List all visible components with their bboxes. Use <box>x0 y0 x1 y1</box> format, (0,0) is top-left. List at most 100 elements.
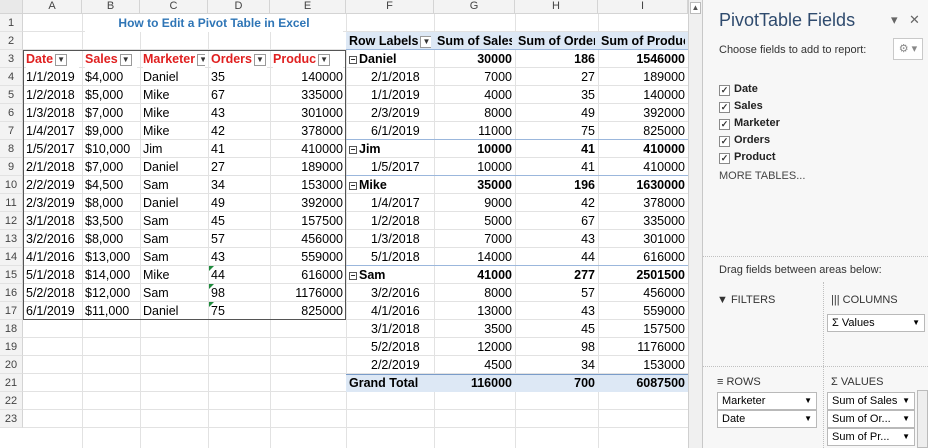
pivot-value[interactable]: 189000 <box>601 68 685 86</box>
field-orders[interactable]: ✓ Orders <box>719 133 770 147</box>
table-cell[interactable]: 27 <box>211 158 267 176</box>
row-header[interactable]: 2 <box>0 32 23 50</box>
pivot-value[interactable]: 9000 <box>437 194 512 212</box>
table-cell[interactable]: 35 <box>211 68 267 86</box>
chevron-down-icon[interactable]: ▼ <box>804 393 812 409</box>
table-cell[interactable]: 616000 <box>273 266 343 284</box>
pivot-value[interactable]: 140000 <box>601 86 685 104</box>
table-cell[interactable]: $7,000 <box>85 104 137 122</box>
pivot-group-label[interactable]: − Sam <box>349 266 431 284</box>
collapse-icon[interactable]: − <box>349 181 357 190</box>
table-cell[interactable]: 1176000 <box>273 284 343 302</box>
table-cell[interactable]: 34 <box>211 176 267 194</box>
table-cell[interactable]: 75 <box>211 302 267 320</box>
filter-dropdown-icon[interactable]: ▼ <box>55 53 68 66</box>
grand-total-label[interactable]: Grand Total <box>349 374 431 392</box>
values-item[interactable]: Sum of Sales ▼ <box>827 392 915 410</box>
table-cell[interactable]: 1/2/2018 <box>26 86 79 104</box>
pivot-value[interactable]: 196 <box>518 176 595 194</box>
pivot-value[interactable]: 35 <box>518 86 595 104</box>
table-cell[interactable]: 1/1/2019 <box>26 68 79 86</box>
table-cell[interactable]: 5/1/2018 <box>26 266 79 284</box>
values-item[interactable]: Sum of Or... ▼ <box>827 410 915 428</box>
pivot-value[interactable]: 42 <box>518 194 595 212</box>
row-header[interactable]: 5 <box>0 86 23 104</box>
filter-dropdown-icon[interactable]: ▼ <box>197 53 205 66</box>
checkbox-icon[interactable]: ✓ <box>719 102 730 113</box>
pivot-value[interactable]: 153000 <box>601 356 685 374</box>
table-cell[interactable]: 378000 <box>273 122 343 140</box>
checkbox-icon[interactable]: ✓ <box>719 153 730 164</box>
table-cell[interactable]: $14,000 <box>85 266 137 284</box>
pivot-value[interactable]: 43 <box>518 230 595 248</box>
pivot-value[interactable]: 12000 <box>437 338 512 356</box>
table-header-produc[interactable]: Produc ▼ <box>273 50 343 68</box>
values-scrollbar[interactable] <box>917 390 928 448</box>
table-cell[interactable]: 49 <box>211 194 267 212</box>
pane-options-icon[interactable]: ▾ <box>891 12 898 28</box>
pivot-value[interactable]: 7000 <box>437 68 512 86</box>
table-cell[interactable]: $8,000 <box>85 194 137 212</box>
pivot-value[interactable]: 335000 <box>601 212 685 230</box>
chevron-down-icon[interactable]: ▼ <box>902 429 910 445</box>
table-cell[interactable]: $11,000 <box>85 302 137 320</box>
table-cell[interactable]: Sam <box>143 284 205 302</box>
table-header-sales[interactable]: Sales ▼ <box>85 50 137 68</box>
table-cell[interactable]: 42 <box>211 122 267 140</box>
table-cell[interactable]: 189000 <box>273 158 343 176</box>
field-marketer[interactable]: ✓ Marketer <box>719 116 780 130</box>
pivot-item-label[interactable]: 3/2/2016 <box>349 284 431 302</box>
table-header-date[interactable]: Date ▼ <box>26 50 79 68</box>
row-header[interactable]: 16 <box>0 284 23 302</box>
table-cell[interactable]: Mike <box>143 122 205 140</box>
row-header[interactable]: 9 <box>0 158 23 176</box>
table-cell[interactable]: 43 <box>211 104 267 122</box>
pivot-item-label[interactable]: 1/3/2018 <box>349 230 431 248</box>
pivot-value[interactable]: 157500 <box>601 320 685 338</box>
row-header[interactable]: 15 <box>0 266 23 284</box>
pivot-value[interactable]: 44 <box>518 248 595 266</box>
pivot-value[interactable]: 8000 <box>437 104 512 122</box>
table-cell[interactable]: $9,000 <box>85 122 137 140</box>
pivot-value[interactable]: 301000 <box>601 230 685 248</box>
row-header[interactable]: 21 <box>0 374 23 392</box>
values-item[interactable]: Sum of Pr... ▼ <box>827 428 915 446</box>
table-cell[interactable]: 98 <box>211 284 267 302</box>
column-header[interactable]: D <box>208 0 270 14</box>
collapse-icon[interactable]: − <box>349 55 357 64</box>
pivot-item-label[interactable]: 5/1/2018 <box>349 248 431 266</box>
table-cell[interactable]: 1/4/2017 <box>26 122 79 140</box>
row-header[interactable]: 11 <box>0 194 23 212</box>
pivot-value[interactable]: 41000 <box>437 266 512 284</box>
pivot-item-label[interactable]: 1/5/2017 <box>349 158 431 176</box>
pivot-value[interactable]: 35000 <box>437 176 512 194</box>
gear-icon[interactable]: ⚙ ▾ <box>893 38 923 60</box>
table-cell[interactable]: $12,000 <box>85 284 137 302</box>
vertical-scrollbar[interactable]: ▲ <box>688 0 702 448</box>
pivot-value[interactable]: 41 <box>518 158 595 176</box>
table-cell[interactable]: Mike <box>143 104 205 122</box>
pivot-value[interactable]: 1546000 <box>601 50 685 68</box>
table-cell[interactable]: 3/2/2016 <box>26 230 79 248</box>
table-cell[interactable]: $7,000 <box>85 158 137 176</box>
pivot-value[interactable]: 10000 <box>437 158 512 176</box>
table-cell[interactable]: Sam <box>143 212 205 230</box>
pivot-value[interactable]: 43 <box>518 302 595 320</box>
checkbox-icon[interactable]: ✓ <box>719 136 730 147</box>
table-cell[interactable]: 157500 <box>273 212 343 230</box>
column-header[interactable]: H <box>515 0 598 14</box>
select-all-corner[interactable] <box>0 0 23 14</box>
row-header[interactable]: 6 <box>0 104 23 122</box>
table-cell[interactable]: $8,000 <box>85 230 137 248</box>
pivot-value[interactable]: 11000 <box>437 122 512 140</box>
field-sales[interactable]: ✓ Sales <box>719 99 763 113</box>
pivot-value[interactable]: 10000 <box>437 140 512 158</box>
grand-total-value[interactable]: 116000 <box>437 374 512 392</box>
table-cell[interactable]: 301000 <box>273 104 343 122</box>
table-cell[interactable]: 456000 <box>273 230 343 248</box>
table-cell[interactable]: 57 <box>211 230 267 248</box>
row-header[interactable]: 23 <box>0 410 23 428</box>
table-cell[interactable]: 41 <box>211 140 267 158</box>
chevron-down-icon[interactable]: ▼ <box>912 315 920 331</box>
table-cell[interactable]: Mike <box>143 266 205 284</box>
